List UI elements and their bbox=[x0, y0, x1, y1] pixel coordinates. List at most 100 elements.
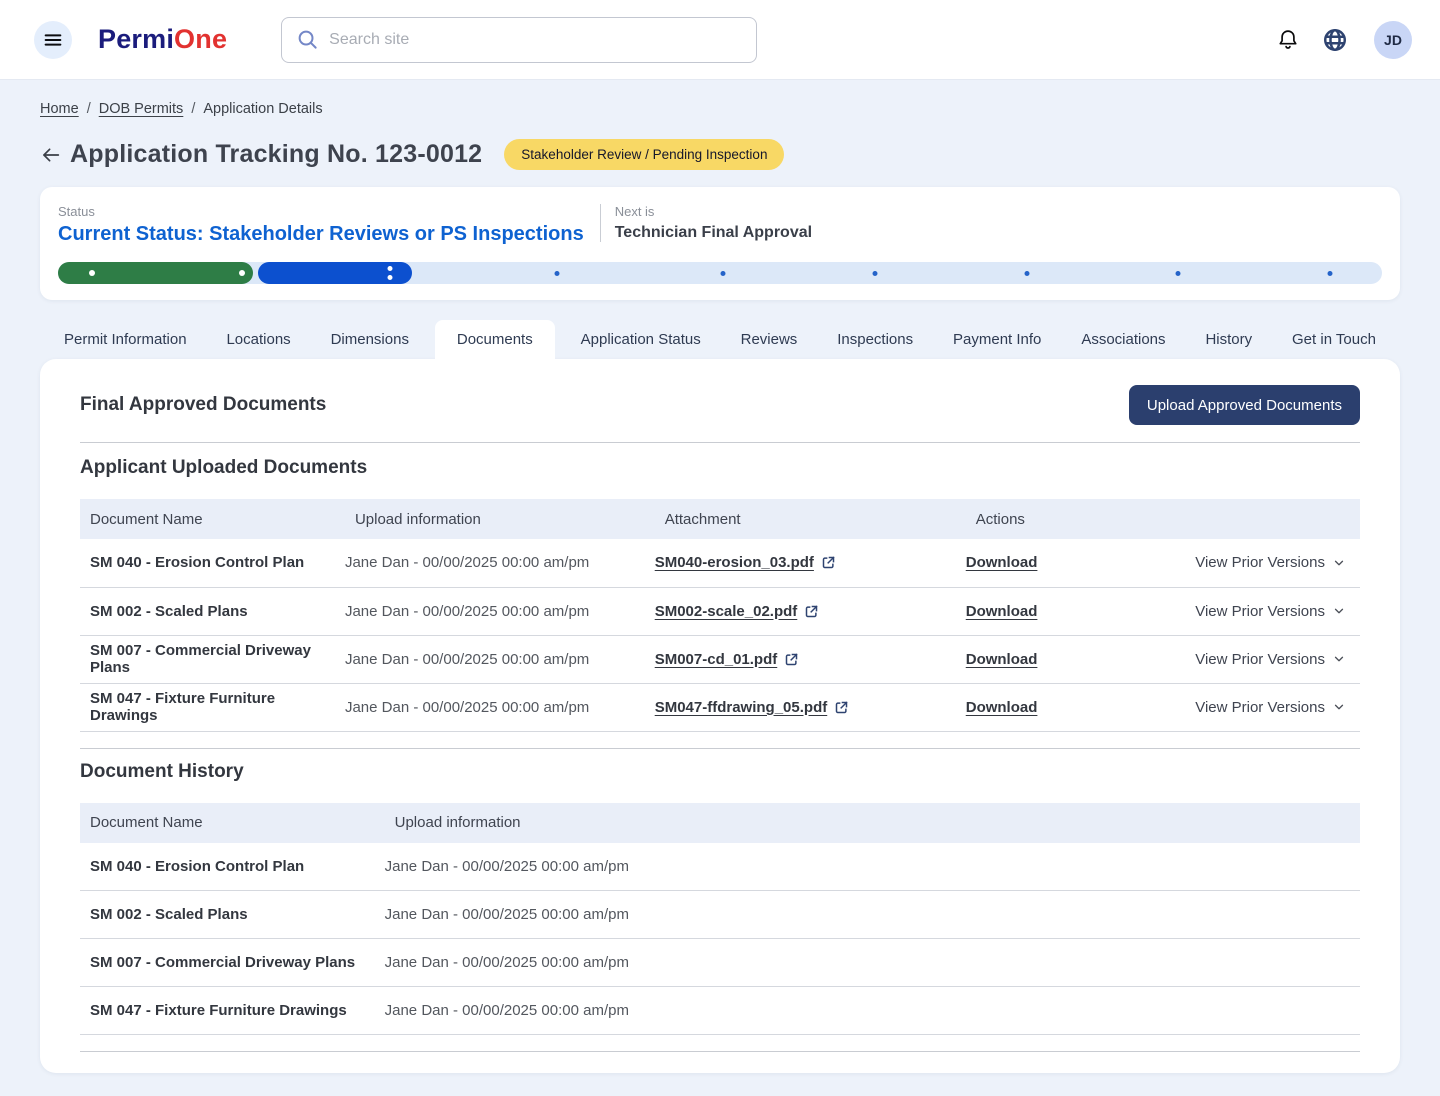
progress-stage-dot bbox=[872, 271, 877, 276]
table-footer-rule bbox=[80, 748, 1360, 749]
app-header: PermiOne JD bbox=[0, 0, 1440, 80]
view-prior-versions[interactable]: View Prior Versions bbox=[1195, 603, 1346, 620]
upload-information: Jane Dan - 00/00/2025 00:00 am/pm bbox=[385, 891, 1360, 939]
final-approved-heading: Final Approved Documents bbox=[80, 394, 326, 416]
status-label: Status bbox=[58, 204, 584, 219]
progress-segment-completed bbox=[58, 262, 253, 284]
tab-documents[interactable]: Documents bbox=[435, 320, 555, 359]
document-history-table: Document Name Upload information SM 040 … bbox=[80, 803, 1360, 1036]
document-history-heading: Document History bbox=[80, 761, 1360, 783]
attachment-filename: SM047-ffdrawing_05.pdf bbox=[655, 699, 828, 716]
tab-get-in-touch[interactable]: Get in Touch bbox=[1278, 320, 1390, 359]
search-input[interactable] bbox=[329, 31, 742, 49]
user-avatar[interactable]: JD bbox=[1374, 21, 1412, 59]
breadcrumb-dob-permits[interactable]: DOB Permits bbox=[99, 101, 184, 117]
table-row: SM 002 - Scaled Plans Jane Dan - 00/00/2… bbox=[80, 587, 1360, 635]
document-name: SM 007 - Commercial Driveway Plans bbox=[80, 939, 385, 987]
title-row: Application Tracking No. 123-0012 Stakeh… bbox=[40, 139, 1400, 170]
status-card: Status Current Status: Stakeholder Revie… bbox=[40, 187, 1400, 300]
table-row: SM 047 - Fixture Furniture Drawings Jane… bbox=[80, 683, 1360, 731]
view-prior-versions-label: View Prior Versions bbox=[1195, 699, 1325, 716]
document-name: SM 047 - Fixture Furniture Drawings bbox=[80, 683, 345, 731]
table-row: SM 007 - Commercial Driveway Plans Jane … bbox=[80, 635, 1360, 683]
status-badge: Stakeholder Review / Pending Inspection bbox=[504, 139, 784, 170]
upload-approved-documents-button[interactable]: Upload Approved Documents bbox=[1129, 385, 1360, 425]
progress-stage-dot bbox=[89, 270, 95, 276]
table-footer-rule bbox=[80, 1051, 1360, 1052]
language-button[interactable] bbox=[1322, 27, 1348, 53]
table-row: SM 040 - Erosion Control Plan Jane Dan -… bbox=[80, 539, 1360, 587]
download-link[interactable]: Download bbox=[966, 554, 1038, 571]
search-icon bbox=[296, 28, 319, 51]
upload-information: Jane Dan - 00/00/2025 00:00 am/pm bbox=[345, 539, 655, 587]
upload-information: Jane Dan - 00/00/2025 00:00 am/pm bbox=[385, 939, 1360, 987]
site-search[interactable] bbox=[281, 17, 757, 63]
external-link-icon bbox=[834, 700, 849, 715]
back-button[interactable] bbox=[40, 144, 62, 166]
external-link-icon bbox=[804, 604, 819, 619]
uploaded-documents-table: Document Name Upload information Attachm… bbox=[80, 499, 1360, 732]
globe-icon bbox=[1322, 27, 1348, 53]
attachment-link[interactable]: SM047-ffdrawing_05.pdf bbox=[655, 699, 850, 716]
col-actions: Actions bbox=[966, 499, 1195, 539]
col-document-name: Document Name bbox=[80, 499, 345, 539]
table-row: SM 002 - Scaled Plans Jane Dan - 00/00/2… bbox=[80, 891, 1360, 939]
hamburger-icon bbox=[42, 29, 64, 51]
progress-stage-dot bbox=[1176, 271, 1181, 276]
next-status-block: Next is Technician Final Approval bbox=[600, 204, 812, 242]
page-content: Home / DOB Permits / Application Details… bbox=[0, 101, 1440, 1073]
hamburger-menu-button[interactable] bbox=[34, 21, 72, 59]
view-prior-versions-label: View Prior Versions bbox=[1195, 651, 1325, 668]
download-link[interactable]: Download bbox=[966, 603, 1038, 620]
document-name: SM 002 - Scaled Plans bbox=[80, 587, 345, 635]
logo-part-red: One bbox=[174, 24, 227, 54]
progress-current-stage-marker bbox=[388, 266, 393, 271]
document-name: SM 007 - Commercial Driveway Plans bbox=[80, 635, 345, 683]
attachment-link[interactable]: SM007-cd_01.pdf bbox=[655, 651, 800, 668]
download-link[interactable]: Download bbox=[966, 651, 1038, 668]
bell-icon bbox=[1276, 28, 1300, 52]
section-divider bbox=[80, 442, 1360, 443]
tab-reviews[interactable]: Reviews bbox=[727, 320, 812, 359]
documents-panel: Final Approved Documents Upload Approved… bbox=[40, 359, 1400, 1073]
document-name: SM 040 - Erosion Control Plan bbox=[80, 539, 345, 587]
chevron-down-icon bbox=[1332, 604, 1346, 618]
avatar-initials: JD bbox=[1384, 32, 1402, 48]
attachment-filename: SM002-scale_02.pdf bbox=[655, 603, 798, 620]
view-prior-versions[interactable]: View Prior Versions bbox=[1195, 554, 1346, 571]
current-status-text: Current Status: Stakeholder Reviews or P… bbox=[58, 223, 584, 246]
breadcrumb-home[interactable]: Home bbox=[40, 101, 79, 117]
tab-inspections[interactable]: Inspections bbox=[823, 320, 927, 359]
table-header-row: Document Name Upload information bbox=[80, 803, 1360, 843]
progress-stage-dot bbox=[239, 270, 245, 276]
header-actions: JD bbox=[1276, 21, 1412, 59]
tab-history[interactable]: History bbox=[1191, 320, 1266, 359]
attachment-link[interactable]: SM040-erosion_03.pdf bbox=[655, 554, 836, 571]
notifications-button[interactable] bbox=[1276, 28, 1300, 52]
tab-payment-info[interactable]: Payment Info bbox=[939, 320, 1055, 359]
app-logo[interactable]: PermiOne bbox=[98, 24, 227, 55]
tab-dimensions[interactable]: Dimensions bbox=[317, 320, 423, 359]
breadcrumb-separator: / bbox=[87, 101, 91, 117]
col-upload-information: Upload information bbox=[385, 803, 1360, 843]
view-prior-versions-label: View Prior Versions bbox=[1195, 603, 1325, 620]
tab-associations[interactable]: Associations bbox=[1067, 320, 1179, 359]
table-row: SM 040 - Erosion Control Plan Jane Dan -… bbox=[80, 843, 1360, 891]
col-upload-information: Upload information bbox=[345, 499, 655, 539]
document-name: SM 040 - Erosion Control Plan bbox=[80, 843, 385, 891]
tab-application-status[interactable]: Application Status bbox=[567, 320, 715, 359]
tab-permit-information[interactable]: Permit Information bbox=[50, 320, 201, 359]
upload-information: Jane Dan - 00/00/2025 00:00 am/pm bbox=[385, 843, 1360, 891]
upload-information: Jane Dan - 00/00/2025 00:00 am/pm bbox=[345, 587, 655, 635]
chevron-down-icon bbox=[1332, 556, 1346, 570]
download-link[interactable]: Download bbox=[966, 699, 1038, 716]
tab-locations[interactable]: Locations bbox=[212, 320, 304, 359]
view-prior-versions[interactable]: View Prior Versions bbox=[1195, 651, 1346, 668]
table-row: SM 047 - Fixture Furniture Drawings Jane… bbox=[80, 987, 1360, 1035]
attachment-filename: SM040-erosion_03.pdf bbox=[655, 554, 814, 571]
next-label: Next is bbox=[615, 204, 812, 219]
page-title: Application Tracking No. 123-0012 bbox=[70, 140, 482, 169]
view-prior-versions[interactable]: View Prior Versions bbox=[1195, 699, 1346, 716]
attachment-link[interactable]: SM002-scale_02.pdf bbox=[655, 603, 820, 620]
final-approved-section-head: Final Approved Documents Upload Approved… bbox=[80, 385, 1360, 425]
